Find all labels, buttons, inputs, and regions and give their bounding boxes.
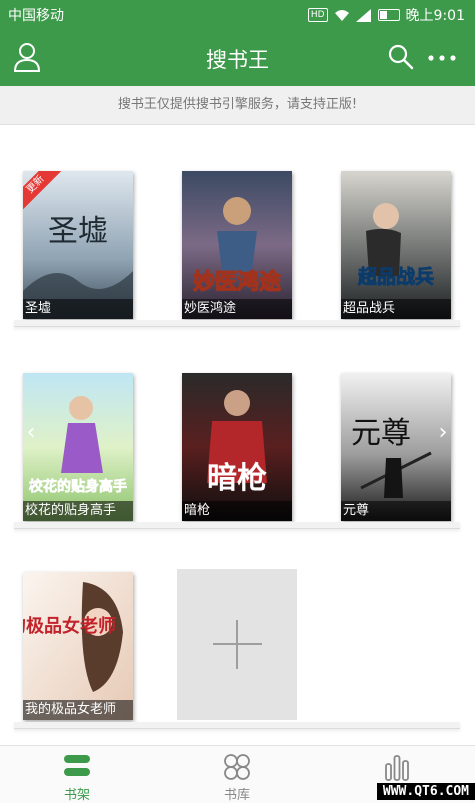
more-icon[interactable] <box>427 44 457 72</box>
wifi-icon <box>334 9 349 21</box>
cover-art: 暗枪 <box>182 373 292 521</box>
book-cover[interactable]: 超品战兵 超品战兵 <box>341 171 451 319</box>
nav-library[interactable]: 书库 <box>177 746 297 803</box>
svg-text:我的极品女老师: 我的极品女老师 <box>23 615 116 637</box>
status-bar: 中国移动 HD 晚上9:01 <box>0 0 475 28</box>
app-bar: 搜书王 <box>0 28 475 86</box>
chevron-left-icon[interactable]: ‹ <box>24 420 38 446</box>
add-book-button[interactable] <box>177 569 297 720</box>
nav-label: 书架 <box>63 788 90 803</box>
chevron-right-icon[interactable]: › <box>436 420 450 446</box>
svg-text:校花的贴身高手: 校花的贴身高手 <box>29 478 127 495</box>
copyright-notice: 搜书王仅提供搜书引擎服务，请支持正版! <box>0 86 475 125</box>
hd-icon: HD <box>307 8 328 22</box>
book-cover[interactable]: 圣墟 更新 圣墟 <box>23 171 133 319</box>
clock-label: 晚上9:01 <box>405 8 465 24</box>
book-title: 元尊 <box>341 501 451 521</box>
book-cover[interactable]: 校花的贴身高手 校花的贴身高手 <box>23 373 133 521</box>
shelf-divider <box>14 320 460 327</box>
carrier-label: 中国移动 <box>8 8 64 24</box>
book-cover[interactable]: 妙医鸿途 妙医鸿途 <box>182 171 292 319</box>
cover-art: 我的极品女老师 <box>23 572 133 720</box>
book-cover[interactable]: 我的极品女老师 我的极品女老师 <box>23 572 133 720</box>
cover-art: 妙医鸿途 <box>182 171 292 319</box>
signal-icon <box>355 8 371 22</box>
book-title: 暗枪 <box>182 501 292 521</box>
svg-text:圣墟: 圣墟 <box>48 214 108 249</box>
svg-text:超品战兵: 超品战兵 <box>357 265 434 288</box>
shelf-divider <box>14 722 460 729</box>
svg-text:妙医鸿途: 妙医鸿途 <box>193 269 282 295</box>
shelf-divider <box>14 522 460 529</box>
book-cover[interactable]: 元尊 元尊 <box>341 373 451 521</box>
book-title: 妙医鸿途 <box>182 299 292 319</box>
bookshelf-icon <box>64 755 90 776</box>
book-title: 我的极品女老师 <box>23 700 133 720</box>
svg-text:元尊: 元尊 <box>351 416 411 451</box>
cover-art: 校花的贴身高手 <box>23 373 133 521</box>
cover-art: 元尊 <box>341 373 451 521</box>
book-title: 超品战兵 <box>341 299 451 319</box>
nav-bookshelf[interactable]: 书架 <box>17 746 137 803</box>
book-title: 校花的贴身高手 <box>23 501 133 521</box>
watermark: WWW.QT6.COM <box>376 783 475 800</box>
book-cover[interactable]: 暗枪 暗枪 <box>182 373 292 521</box>
library-icon <box>224 754 250 780</box>
cover-art: 圣墟 <box>23 171 133 319</box>
book-title: 圣墟 <box>23 299 133 319</box>
svg-text:暗枪: 暗枪 <box>207 461 267 496</box>
ranking-icon <box>385 755 409 781</box>
battery-icon <box>377 9 400 21</box>
status-icons: HD 晚上9:01 <box>307 5 465 25</box>
cover-art: 超品战兵 <box>341 171 451 319</box>
nav-label: 书库 <box>223 788 250 803</box>
search-icon[interactable] <box>387 43 415 71</box>
